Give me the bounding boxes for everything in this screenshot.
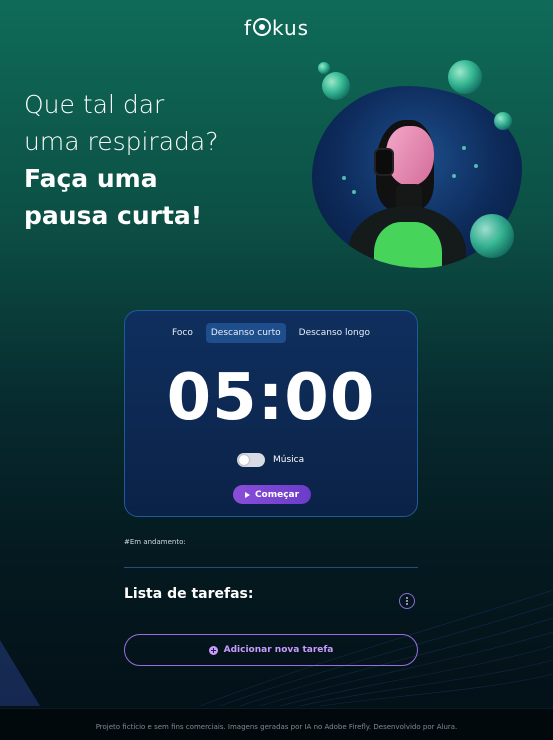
hero-image [312, 58, 527, 273]
bubble [494, 112, 512, 130]
start-button[interactable]: Começar [233, 485, 311, 504]
headline-bold-2: pausa curta! [24, 201, 203, 230]
tab-descanso-longo[interactable]: Descanso longo [294, 323, 375, 343]
bubble-dot [462, 146, 466, 150]
headline: Que tal dar uma respirada? Faça uma paus… [24, 86, 314, 234]
bubble-dot [352, 190, 356, 194]
timer-card: Foco Descanso curto Descanso longo 05:00… [124, 310, 418, 517]
in-progress-label: #Em andamento: [124, 538, 186, 546]
timer-display: 05:00 [166, 361, 376, 435]
kebab-menu-icon[interactable] [399, 593, 415, 609]
timer-tabs: Foco Descanso curto Descanso longo [125, 323, 417, 343]
tab-foco[interactable]: Foco [167, 323, 198, 343]
footer-text: Projeto fictício e sem fins comerciais. … [95, 723, 458, 731]
divider [124, 567, 418, 568]
headline-light-2: uma respirada? [24, 127, 219, 156]
music-label: Música [273, 455, 305, 465]
bubble-dot [474, 164, 478, 168]
bubble [322, 72, 350, 100]
start-label: Começar [254, 489, 300, 500]
music-toggle[interactable] [237, 453, 265, 467]
bubble [470, 214, 514, 258]
headline-light-1: Que tal dar [24, 90, 165, 119]
logo-suffix: kus [271, 16, 310, 40]
bubble-dot [452, 174, 456, 178]
app-logo: f kus [0, 16, 553, 40]
plus-circle-icon [208, 645, 218, 655]
play-icon [244, 491, 250, 498]
add-task-label: Adicionar nova tarefa [223, 645, 334, 655]
logo-o-icon [252, 18, 271, 36]
hero-suit-green [374, 222, 442, 268]
bubble [448, 60, 482, 94]
logo-prefix: f [243, 16, 252, 40]
add-task-button[interactable]: Adicionar nova tarefa [124, 634, 418, 666]
bubble-dot [342, 176, 346, 180]
headline-bold-1: Faça uma [24, 164, 158, 193]
tasks-title: Lista de tarefas: [124, 586, 254, 602]
music-toggle-row: Música [237, 453, 304, 467]
headphone-icon [374, 148, 394, 176]
tab-descanso-curto[interactable]: Descanso curto [205, 323, 286, 343]
footer: Projeto fictício e sem fins comerciais. … [0, 708, 553, 740]
bubble [318, 62, 330, 74]
